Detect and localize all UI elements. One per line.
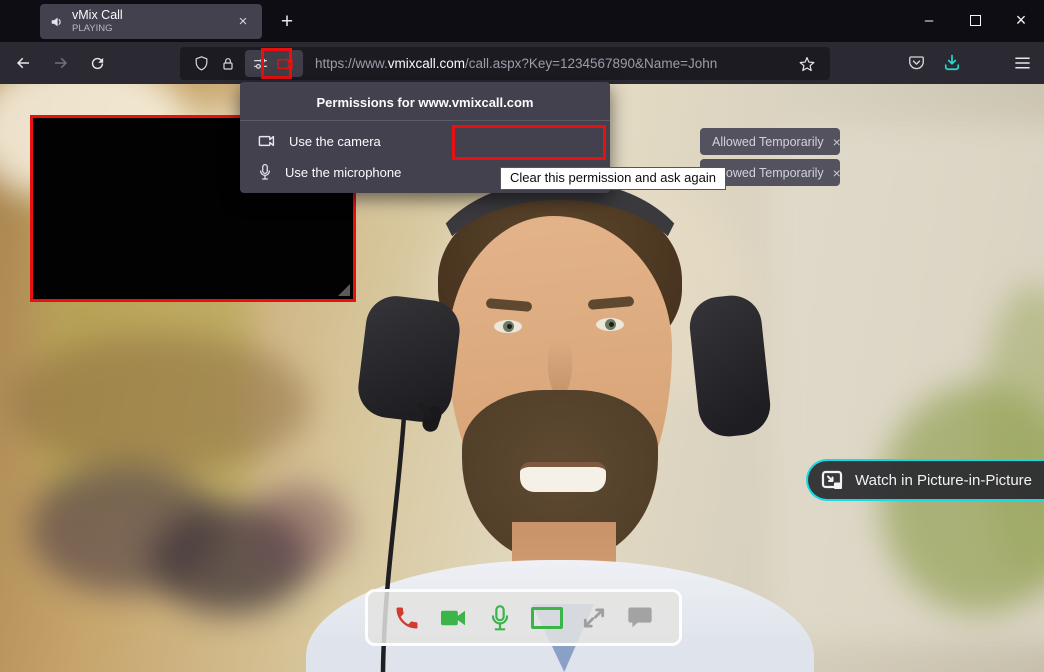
hamburger-menu-icon[interactable]: [1006, 48, 1038, 78]
resize-handle-icon[interactable]: [338, 284, 350, 296]
url-text: https://www.vmixcall.com/call.aspx?Key=1…: [315, 56, 717, 71]
permission-settings-icon[interactable]: [252, 55, 269, 72]
camera-allowed-status: Allowed Temporarily: [712, 135, 824, 149]
camera-allowed-temporarily-button[interactable]: Allowed Temporarily ×: [700, 128, 840, 155]
chat-button[interactable]: [622, 600, 658, 636]
camera-toggle-button[interactable]: [435, 600, 471, 636]
url-prefix: https://www.: [315, 56, 388, 71]
tab-bar: vMix Call PLAYING × + – ×: [0, 0, 1044, 42]
camera-row-label: Use the camera: [289, 134, 381, 149]
screen-rect-icon: [531, 607, 563, 629]
toolbar-right-icons: [900, 42, 1044, 84]
maximize-icon: [970, 15, 981, 26]
clear-camera-permission-icon[interactable]: ×: [833, 134, 841, 150]
fullscreen-button[interactable]: [576, 600, 612, 636]
minimize-button[interactable]: –: [906, 0, 952, 40]
url-bar[interactable]: https://www.vmixcall.com/call.aspx?Key=1…: [180, 47, 830, 80]
picture-in-picture-icon: [821, 470, 845, 491]
download-icon[interactable]: [936, 48, 968, 78]
microphone-row-label: Use the microphone: [285, 165, 401, 180]
camera-permission-icon[interactable]: [276, 56, 295, 72]
bookmark-star-icon[interactable]: [798, 55, 816, 73]
camera-row-icon: [257, 133, 277, 149]
browser-window: vMix Call PLAYING × + – ×: [0, 0, 1044, 672]
clear-permission-tooltip: Clear this permission and ask again: [500, 167, 726, 190]
share-screen-button[interactable]: [529, 600, 565, 636]
close-window-button[interactable]: ×: [998, 0, 1044, 40]
tab-close-icon[interactable]: ×: [232, 11, 254, 33]
panel-divider: [240, 120, 610, 121]
picture-in-picture-button[interactable]: Watch in Picture-in-Picture: [806, 459, 1044, 501]
permissions-panel-title: Permissions for www.vmixcall.com: [240, 82, 610, 110]
tab-status-playing: PLAYING: [72, 24, 232, 34]
url-domain: vmixcall.com: [388, 56, 465, 71]
headset-left-earcup: [355, 293, 463, 426]
forward-button[interactable]: [45, 48, 77, 78]
camera-permission-row: Use the camera: [240, 126, 610, 156]
tab-audio-playing-icon[interactable]: [50, 15, 64, 29]
microphone-row-icon: [257, 162, 273, 182]
microphone-allowed-status: Allowed Temporarily: [712, 166, 824, 180]
new-tab-button[interactable]: +: [272, 7, 302, 37]
end-call-button[interactable]: [389, 600, 425, 636]
tab-title: vMix Call: [72, 9, 232, 23]
permissions-chip: [245, 50, 303, 77]
tab-text: vMix Call PLAYING: [72, 9, 232, 34]
call-control-bar: [365, 589, 682, 646]
tab-vmix-call[interactable]: vMix Call PLAYING ×: [40, 4, 262, 39]
microphone-toggle-button[interactable]: [482, 600, 518, 636]
window-controls: – ×: [906, 0, 1044, 40]
clear-microphone-permission-icon[interactable]: ×: [833, 165, 841, 181]
lock-icon[interactable]: [220, 56, 236, 72]
back-button[interactable]: [7, 48, 39, 78]
maximize-button[interactable]: [952, 0, 998, 40]
url-path: /call.aspx?Key=1234567890&Name=John: [465, 56, 717, 71]
caller-smile: [520, 462, 606, 492]
reload-button[interactable]: [81, 48, 113, 78]
headset-band: [424, 180, 696, 370]
tracking-protection-shield-icon[interactable]: [193, 55, 210, 72]
pocket-icon[interactable]: [900, 48, 932, 78]
headset-right-earcup: [687, 293, 773, 440]
pip-label: Watch in Picture-in-Picture: [855, 472, 1032, 489]
